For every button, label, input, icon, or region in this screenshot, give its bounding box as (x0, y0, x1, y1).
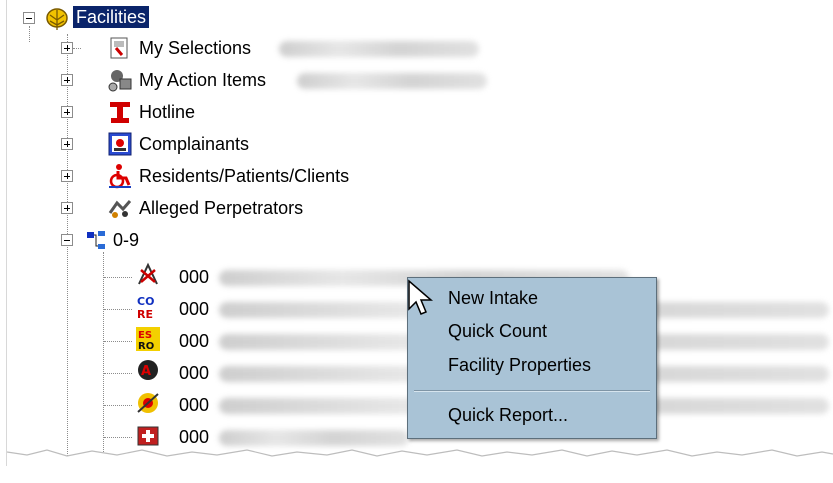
mouse-pointer-icon (408, 279, 434, 315)
expand-toggle[interactable] (61, 42, 73, 54)
selections-icon (107, 35, 133, 61)
facility-type-4-icon: A (135, 358, 161, 384)
tree-item-0-9[interactable]: 0-9 (113, 229, 139, 251)
svg-text:RO: RO (138, 341, 154, 352)
expand-toggle[interactable] (61, 202, 73, 214)
tree-item-hotline[interactable]: Hotline (139, 101, 195, 123)
leaf-icon (44, 6, 70, 32)
hotline-icon (107, 99, 133, 125)
facility-label[interactable]: 000 (179, 330, 209, 352)
facility-label[interactable]: 000 (179, 394, 209, 416)
expand-toggle[interactable] (61, 170, 73, 182)
facility-type-1-icon (135, 262, 161, 288)
facility-label[interactable]: 000 (179, 298, 209, 320)
complainants-icon (107, 131, 133, 157)
redacted-text (279, 41, 479, 57)
tree-item-my-action-items[interactable]: My Action Items (139, 69, 266, 91)
collapse-toggle[interactable] (61, 234, 73, 246)
svg-text:A: A (141, 364, 151, 379)
facility-label[interactable]: 000 (179, 266, 209, 288)
redacted-text (297, 73, 487, 89)
expand-toggle[interactable] (61, 106, 73, 118)
menu-item-facility-properties[interactable]: Facility Properties (448, 355, 591, 376)
facility-type-3-icon: ES RO (135, 326, 161, 352)
tree-root-label[interactable]: Facilities (73, 6, 150, 28)
svg-text:RE: RE (137, 308, 153, 320)
tree-item-complainants[interactable]: Complainants (139, 133, 249, 155)
wheelchair-icon (107, 163, 133, 189)
menu-item-quick-report[interactable]: Quick Report... (448, 405, 568, 426)
context-menu: New Intake Quick Count Facility Properti… (407, 277, 657, 439)
tree-connector (103, 252, 104, 466)
hierarchy-icon (85, 228, 111, 254)
tree-item-residents[interactable]: Residents/Patients/Clients (139, 165, 349, 187)
torn-edge (7, 449, 833, 466)
menu-separator (414, 390, 650, 392)
svg-text:ES: ES (138, 330, 152, 341)
svg-text:CO: CO (137, 295, 154, 308)
menu-item-new-intake[interactable]: New Intake (448, 288, 538, 309)
action-items-icon (107, 67, 133, 93)
tree-item-my-selections[interactable]: My Selections (139, 37, 251, 59)
tree-connector (67, 34, 68, 466)
facility-type-2-icon: CO RE (135, 294, 161, 321)
tree-view-panel: Facilities My Selections My Action Items… (6, 0, 833, 466)
expand-toggle[interactable] (61, 74, 73, 86)
perpetrators-icon (107, 195, 133, 221)
facility-type-5-icon (135, 390, 161, 416)
collapse-toggle[interactable] (23, 12, 35, 24)
tree-item-alleged-perpetrators[interactable]: Alleged Perpetrators (139, 197, 303, 219)
expand-toggle[interactable] (61, 138, 73, 150)
facility-label[interactable]: 000 (179, 362, 209, 384)
tree-connector (29, 26, 30, 42)
menu-item-quick-count[interactable]: Quick Count (448, 321, 547, 342)
